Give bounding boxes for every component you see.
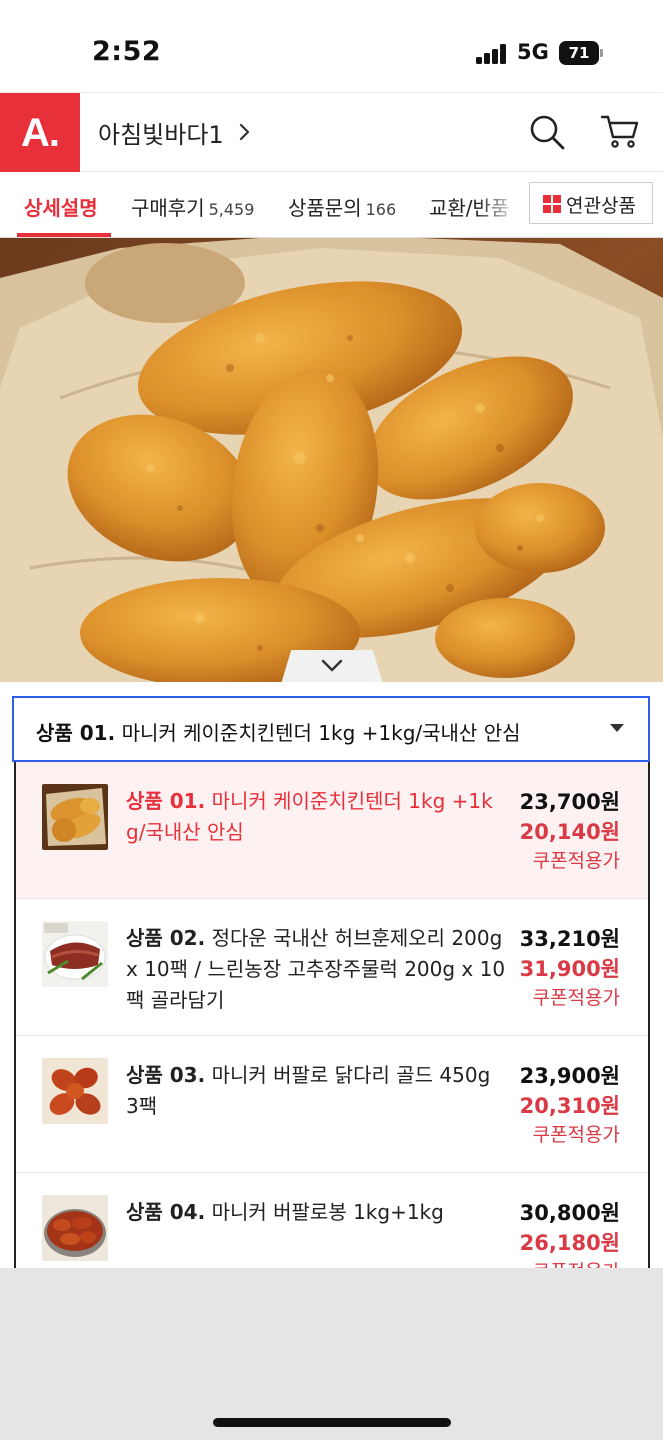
logo[interactable]: A. (0, 93, 80, 173)
inquiry-count: 166 (365, 200, 397, 219)
search-icon[interactable] (528, 113, 566, 151)
tab-inquiries[interactable]: 상품문의 166 (288, 192, 396, 221)
coupon-price: 31,900원 (519, 957, 620, 981)
battery-icon: 71 (559, 41, 603, 65)
store-name[interactable]: 아침빛바다1 (98, 115, 224, 150)
option-item-4[interactable]: 상품 04. 마니커 버팔로봉 1kg+1kg 30,800원 26,180원 … (16, 1173, 648, 1268)
coupon-price: 20,140원 (519, 820, 620, 844)
original-price: 33,210원 (519, 927, 620, 951)
related-products-button[interactable]: 연관상품 (529, 182, 653, 224)
status-time: 2:52 (92, 36, 162, 67)
option-name: 상품 04. 마니커 버팔로봉 1kg+1kg (126, 1200, 444, 1224)
related-products-label: 연관상품 (566, 195, 636, 217)
tab-reviews[interactable]: 구매후기 5,459 (131, 192, 254, 221)
tab-label: 상세설명 (24, 196, 98, 220)
chevron-right-icon[interactable] (236, 118, 254, 146)
caret-down-icon (610, 724, 624, 732)
active-tab-indicator (17, 233, 111, 237)
review-count: 5,459 (208, 200, 255, 219)
product-hero-image (0, 238, 663, 682)
chevron-down-icon[interactable] (320, 658, 344, 674)
coupon-label: 쿠폰적용가 (533, 1257, 620, 1268)
buffalo-wings-thumbnail (42, 1195, 108, 1261)
option-item-2[interactable]: 상품 02. 정다운 국내산 허브훈제오리 200g x 10팩 / 느린농장 … (16, 899, 648, 1036)
chicken-tender-thumbnail (42, 784, 108, 850)
option-name: 상품 01. 마니커 케이준치킨텐더 1kg +1kg/국내산 안심 (126, 789, 493, 844)
battery-level: 71 (559, 41, 599, 65)
option-select-value: 상품 01. 마니커 케이준치킨텐더 1kg +1kg/국내산 안심 (36, 721, 521, 745)
network-label: 5G (517, 40, 549, 64)
tab-description[interactable]: 상세설명 (24, 192, 98, 221)
app-header: A. 아침빛바다1 (0, 92, 663, 173)
coupon-label: 쿠폰적용가 (532, 1124, 620, 1146)
option-list: 상품 01. 마니커 케이준치킨텐더 1kg +1kg/국내산 안심 23,70… (14, 762, 650, 1268)
home-indicator[interactable] (213, 1418, 451, 1427)
coupon-price: 26,180원 (519, 1231, 620, 1255)
coupon-label: 쿠폰적용가 (532, 987, 620, 1009)
original-price: 23,900원 (519, 1064, 620, 1088)
fried-chicken-image (0, 238, 663, 682)
option-name: 상품 02. 정다운 국내산 허브훈제오리 200g x 10팩 / 느린농장 … (126, 926, 506, 1012)
buffalo-drumstick-thumbnail (42, 1058, 108, 1124)
tab-label: 상품문의 (288, 196, 362, 220)
grid-icon (543, 195, 561, 213)
smoked-duck-thumbnail (42, 921, 108, 987)
detail-tabs: 상세설명 구매후기 5,459 상품문의 166 교환/반품 연관상품 (0, 172, 663, 238)
coupon-price: 20,310원 (519, 1094, 620, 1118)
coupon-label: 쿠폰적용가 (532, 850, 620, 872)
original-price: 23,700원 (519, 790, 620, 814)
signal-icon (476, 44, 508, 64)
original-price: 30,800원 (519, 1201, 620, 1225)
cart-icon[interactable] (600, 113, 640, 149)
status-bar: 2:52 5G 71 (0, 0, 663, 92)
option-select[interactable]: 상품 01. 마니커 케이준치킨텐더 1kg +1kg/국내산 안심 (12, 696, 650, 762)
option-name: 상품 03. 마니커 버팔로 닭다리 골드 450g 3팩 (126, 1063, 491, 1118)
option-item-1[interactable]: 상품 01. 마니커 케이준치킨텐더 1kg +1kg/국내산 안심 23,70… (16, 762, 648, 899)
tab-label: 구매후기 (131, 196, 205, 220)
bottom-overlay (0, 1268, 663, 1440)
option-item-3[interactable]: 상품 03. 마니커 버팔로 닭다리 골드 450g 3팩 23,900원 20… (16, 1036, 648, 1173)
